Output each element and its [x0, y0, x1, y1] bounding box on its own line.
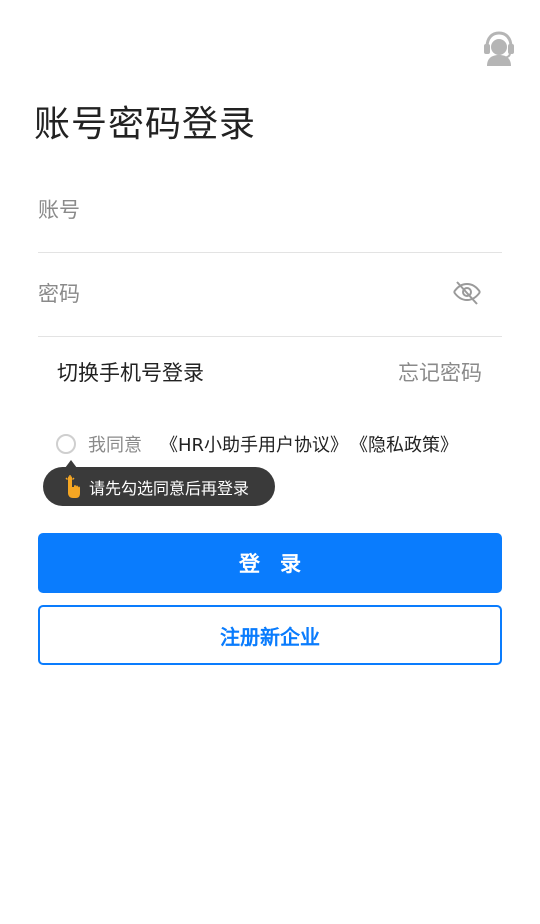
forgot-password-link[interactable]: 忘记密码: [398, 356, 482, 390]
password-field-row: [38, 252, 502, 337]
page-title: 账号密码登录: [34, 104, 257, 145]
tooltip-text: 请先勾选同意后再登录: [89, 478, 250, 498]
agreement-row: 我同意 《HR小助手用户协议》 《隐私政策》: [56, 430, 458, 458]
tooltip-arrow: [65, 460, 77, 468]
register-enterprise-button[interactable]: 注册新企业: [38, 605, 502, 665]
privacy-policy-link[interactable]: 《隐私政策》: [350, 431, 458, 457]
agreement-tooltip: 请先勾选同意后再登录: [43, 460, 275, 506]
agree-label: 我同意: [88, 435, 142, 456]
password-input[interactable]: [38, 274, 438, 314]
user-agreement-link[interactable]: 《HR小助手用户协议》: [160, 431, 348, 457]
hand-pointer-icon: [65, 474, 80, 498]
login-button[interactable]: 登录: [38, 533, 502, 593]
account-field-row: [38, 168, 502, 253]
eye-closed-icon[interactable]: [452, 280, 482, 308]
agree-checkbox[interactable]: [56, 434, 76, 454]
account-input[interactable]: [38, 190, 438, 230]
switch-phone-login-link[interactable]: 切换手机号登录: [57, 356, 204, 390]
customer-service-icon[interactable]: [481, 30, 517, 66]
